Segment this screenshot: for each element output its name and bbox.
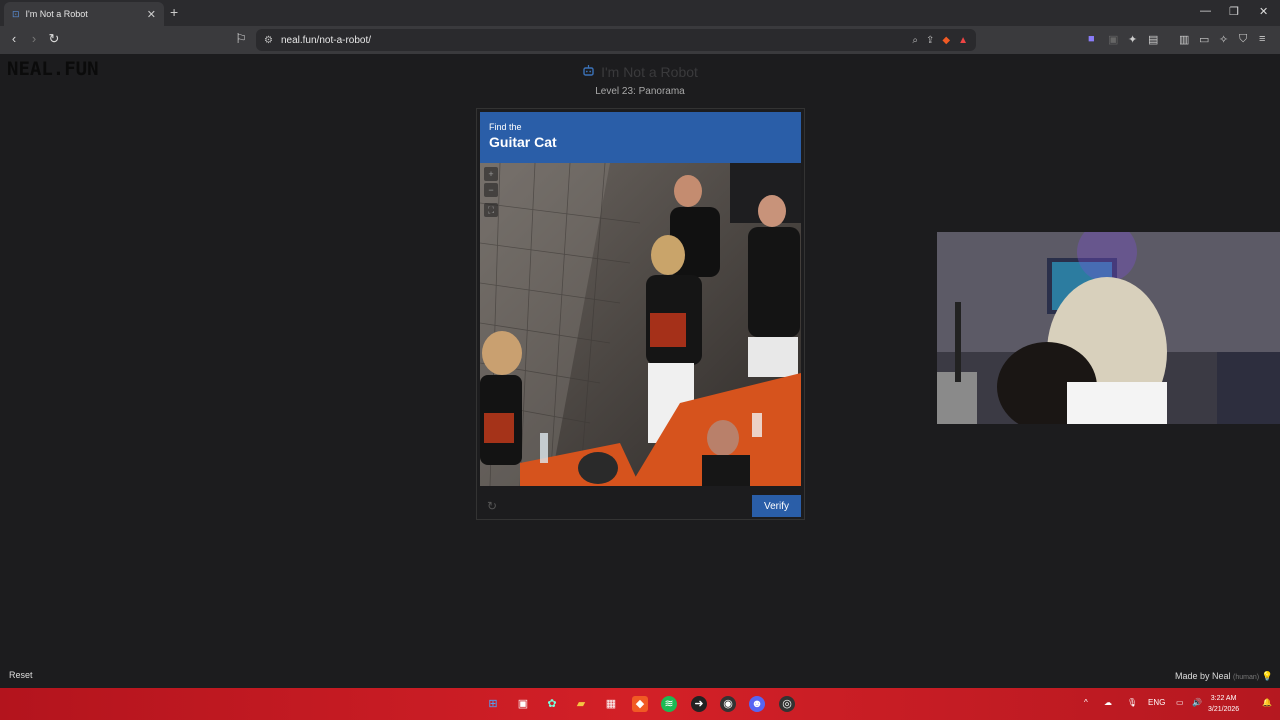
video-editor-icon[interactable]: ▦	[603, 696, 619, 712]
tab-bar: ⊡ I'm Not a Robot ✕ + — ❐ ✕	[0, 0, 1280, 26]
volume-icon[interactable]: 🔊	[1192, 698, 1202, 707]
robot-icon	[582, 64, 595, 80]
new-tab-button[interactable]: +	[170, 4, 178, 20]
forward-icon[interactable]: ›	[26, 31, 42, 46]
extension-icon[interactable]: ▣	[1108, 33, 1118, 46]
captcha-target: Guitar Cat	[489, 134, 557, 150]
brave-shields-icon[interactable]: ◆	[942, 35, 950, 46]
app-arrow-icon[interactable]: ➜	[691, 696, 707, 712]
minimize-icon[interactable]: —	[1200, 5, 1211, 17]
reload-icon[interactable]: ↻	[46, 31, 62, 47]
made-by-text: Made by Neal	[1175, 671, 1231, 681]
refresh-challenge-icon[interactable]: ↻	[487, 499, 497, 513]
close-window-icon[interactable]: ✕	[1259, 5, 1268, 18]
copilot-icon[interactable]: ✿	[544, 696, 560, 712]
os-taskbar: ⊞ ▣ ✿ ▰ ▦ ◆ ≋ ➜ ◉ ☻ ◎ ^ ☁ 🎙 ENG ▭ 🔊 3:22…	[0, 688, 1280, 720]
microphone-icon[interactable]: 🎙	[1127, 698, 1137, 707]
bookmark-icon[interactable]: ⚐	[233, 31, 249, 47]
system-clock[interactable]: 3:22 AM 3/21/2026	[1208, 693, 1239, 715]
brave-rewards-icon[interactable]: ▲	[958, 35, 968, 46]
extensions-puzzle-icon[interactable]: ✦	[1128, 33, 1137, 46]
captcha-instruction: Find the	[489, 122, 522, 132]
zoom-in-icon[interactable]: +	[484, 167, 498, 181]
language-indicator[interactable]: ENG	[1148, 698, 1165, 707]
sidebar-icon[interactable]: ▥	[1179, 33, 1189, 46]
reset-button[interactable]: Reset	[9, 670, 33, 680]
verify-button[interactable]: Verify	[752, 495, 801, 517]
file-explorer-icon[interactable]: ▰	[573, 696, 589, 712]
leo-ai-icon[interactable]: ✧	[1219, 33, 1228, 46]
zoom-out-icon[interactable]: −	[484, 183, 498, 197]
human-tag: (human)	[1233, 674, 1260, 681]
onedrive-icon[interactable]: ☁	[1104, 698, 1112, 707]
address-bar[interactable]: ⚙ neal.fun/not-a-robot/ ⌕ ⇪ ◆ ▲	[256, 29, 976, 51]
clock-time: 3:22 AM	[1210, 695, 1237, 702]
menu-icon[interactable]: ≡	[1259, 33, 1265, 45]
robot-favicon-icon: ⊡	[12, 8, 20, 19]
webcam-overlay	[937, 232, 1280, 424]
vpn-icon[interactable]: ⛉	[1239, 33, 1247, 46]
browser-toolbar: ‹ › ↻ ⚐ ⚙ neal.fun/not-a-robot/ ⌕ ⇪ ◆ ▲ …	[0, 26, 1280, 54]
clock-date: 3/21/2026	[1208, 706, 1240, 713]
webcam-feed	[937, 232, 1280, 424]
level-label: Level 23: Panorama	[595, 86, 685, 97]
restore-icon[interactable]: ❐	[1229, 5, 1239, 18]
close-tab-icon[interactable]: ✕	[147, 8, 156, 21]
tray-overflow-icon[interactable]: ^	[1084, 698, 1088, 707]
brave-browser-icon[interactable]: ◆	[632, 696, 648, 712]
task-view-icon[interactable]: ▣	[515, 696, 531, 712]
fullscreen-icon[interactable]: ⛶	[484, 203, 498, 217]
chrome-icon[interactable]: ◎	[779, 696, 795, 712]
tab-active[interactable]: ⊡ I'm Not a Robot ✕	[4, 2, 164, 26]
share-icon[interactable]: ⇪	[926, 35, 934, 46]
tab-icon[interactable]: ▤	[1148, 33, 1158, 46]
network-icon[interactable]: ▭	[1176, 698, 1184, 707]
notification-icon[interactable]: 🔔	[1262, 698, 1272, 707]
made-by-credit[interactable]: Made by Neal (human) 💡	[1175, 671, 1273, 682]
crowd-photo	[480, 163, 801, 486]
back-icon[interactable]: ‹	[6, 31, 22, 46]
url-text: neal.fun/not-a-robot/	[280, 34, 372, 46]
obs-icon[interactable]: ◉	[720, 696, 736, 712]
extension-icon[interactable]: ■	[1088, 33, 1095, 45]
spotify-icon[interactable]: ≋	[661, 696, 677, 712]
panorama-image[interactable]: + − ⛶	[480, 163, 801, 486]
page-title: I'm Not a Robot	[0, 64, 1280, 80]
captcha-widget: Find the Guitar Cat + − ⛶ ↻ Verify	[476, 108, 805, 520]
site-settings-icon[interactable]: ⚙	[264, 35, 273, 46]
zoom-icon[interactable]: ⌕	[912, 35, 918, 46]
page-title-text: I'm Not a Robot	[601, 64, 698, 80]
discord-icon[interactable]: ☻	[749, 696, 765, 712]
bulb-icon: 💡	[1261, 671, 1273, 681]
captcha-header: Find the Guitar Cat	[480, 112, 801, 163]
wallet-icon[interactable]: ▭	[1199, 33, 1209, 46]
tab-title: I'm Not a Robot	[25, 9, 88, 19]
windows-start-icon[interactable]: ⊞	[485, 696, 501, 712]
